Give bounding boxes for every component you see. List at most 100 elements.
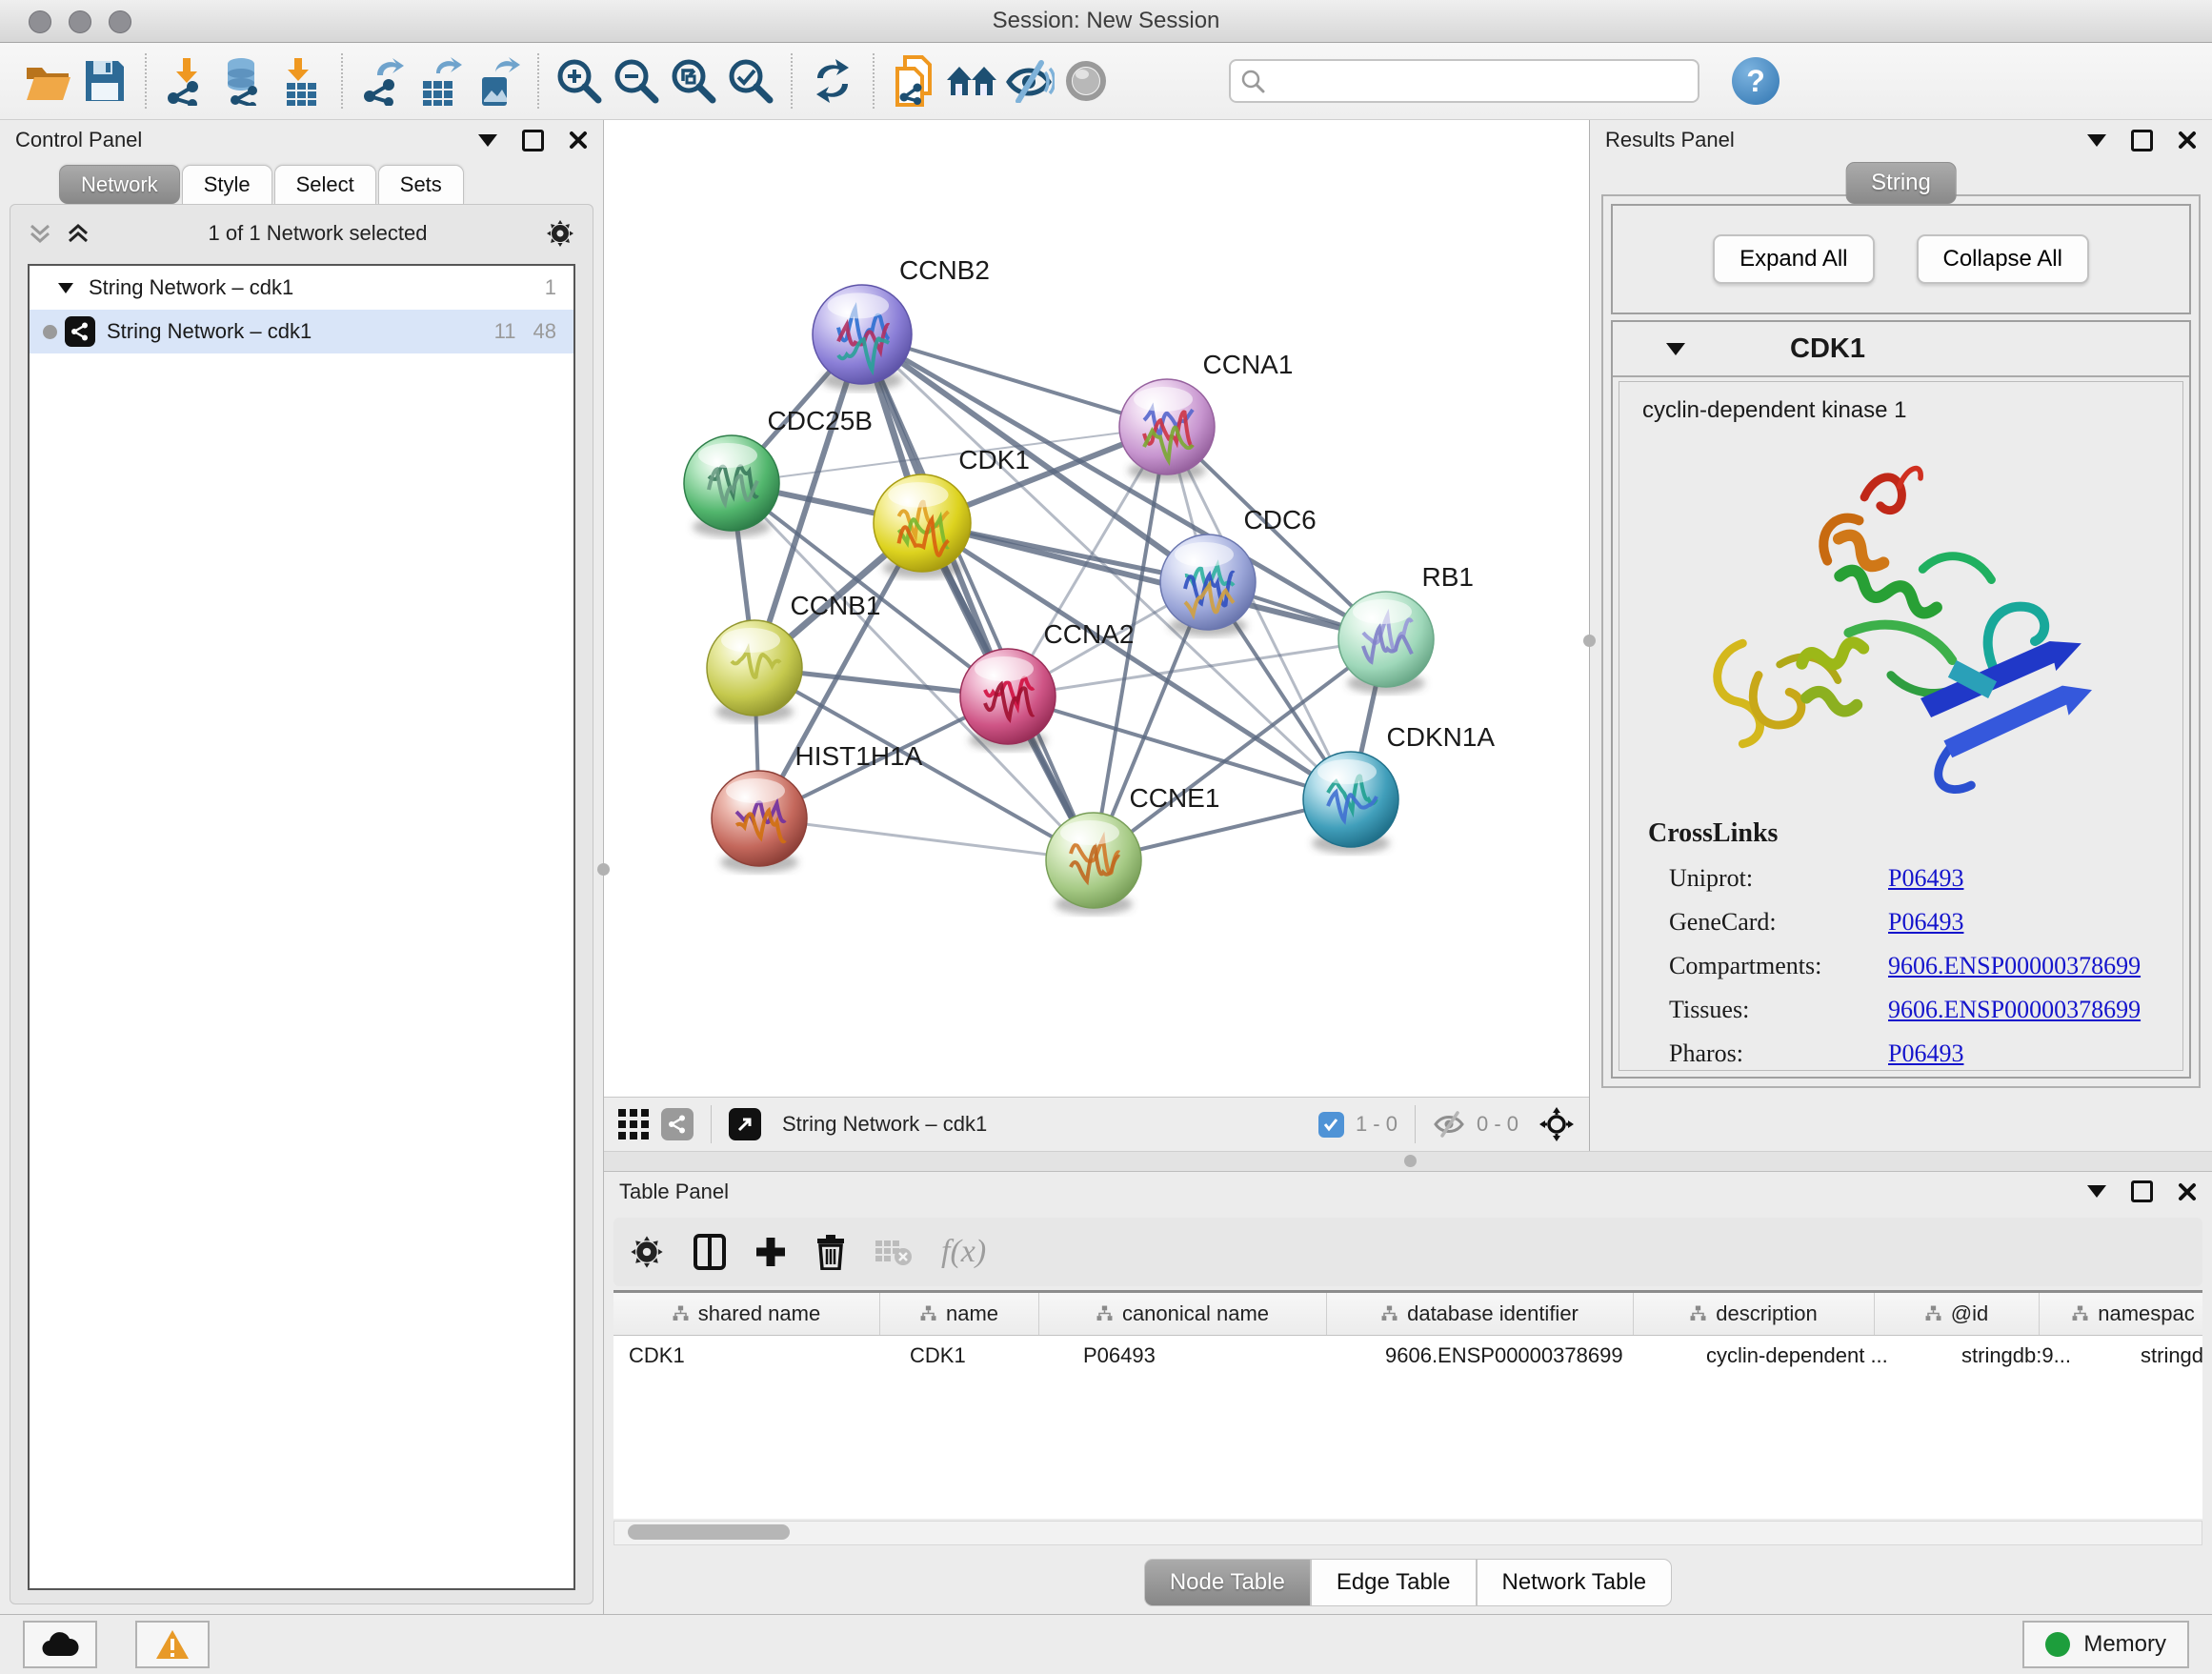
panel-menu-icon[interactable]	[2087, 134, 2106, 147]
network-node-ccne1[interactable]: CCNE1	[1046, 783, 1219, 915]
tree-expander-icon[interactable]	[58, 283, 73, 293]
crosshair-icon[interactable]	[1538, 1105, 1576, 1143]
zoom-in-button[interactable]	[551, 52, 608, 110]
import-database-button[interactable]	[215, 52, 272, 110]
panel-splitter[interactable]	[604, 1151, 2212, 1172]
traffic-light-minimize-icon[interactable]	[69, 10, 91, 33]
float-panel-icon[interactable]	[2131, 130, 2153, 151]
table-cell[interactable]: P06493	[1068, 1336, 1370, 1376]
tab-node-table[interactable]: Node Table	[1144, 1559, 1311, 1606]
tab-sets[interactable]: Sets	[378, 165, 464, 204]
splitter-handle[interactable]	[1404, 1155, 1417, 1167]
zoom-out-button[interactable]	[608, 52, 665, 110]
import-network-button[interactable]	[158, 52, 215, 110]
network-edge[interactable]	[862, 334, 1094, 860]
column-header-canonical-name[interactable]: canonical name	[1039, 1293, 1327, 1335]
close-panel-icon[interactable]	[2178, 1182, 2197, 1201]
crosslink-value-link[interactable]: 9606.ENSP00000378699	[1888, 952, 2141, 980]
hide-graphics-button[interactable]	[1000, 52, 1057, 110]
float-panel-icon[interactable]	[522, 130, 544, 151]
show-columns-icon[interactable]	[694, 1234, 726, 1270]
import-table-button[interactable]	[272, 52, 330, 110]
column-header-namespac[interactable]: namespac	[2040, 1293, 2202, 1335]
traffic-light-close-icon[interactable]	[29, 10, 51, 33]
network-node-hist1h1a[interactable]: HIST1H1A	[712, 741, 923, 873]
toolbar-search[interactable]	[1229, 59, 1699, 103]
panel-menu-icon[interactable]	[478, 134, 497, 147]
save-session-button[interactable]	[76, 52, 133, 110]
tab-select[interactable]: Select	[274, 165, 376, 204]
table-cell[interactable]: stringdb:9...	[1946, 1336, 2125, 1376]
table-cell[interactable]: CDK1	[895, 1336, 1068, 1376]
tab-network-table[interactable]: Network Table	[1477, 1559, 1673, 1606]
table-row[interactable]: CDK1CDK1P064939606.ENSP00000378699cyclin…	[613, 1336, 2202, 1376]
splitter-handle[interactable]	[1583, 635, 1596, 647]
zoom-fit-button[interactable]	[665, 52, 722, 110]
collapse-all-icon[interactable]	[28, 221, 52, 246]
splitter-handle[interactable]	[597, 863, 610, 876]
table-cell[interactable]: CDK1	[613, 1336, 895, 1376]
export-network-button[interactable]	[354, 52, 412, 110]
traffic-light-zoom-icon[interactable]	[109, 10, 131, 33]
graphics-detail-button[interactable]	[1057, 52, 1115, 110]
network-collection-row[interactable]: String Network – cdk1 1	[30, 266, 573, 310]
tab-string[interactable]: String	[1845, 162, 1957, 204]
column-header--id[interactable]: @id	[1875, 1293, 2040, 1335]
crosslink-value-link[interactable]: P06493	[1888, 1039, 1963, 1068]
panel-menu-icon[interactable]	[2087, 1185, 2106, 1198]
string-network-graph[interactable]: CCNB2CCNA1CDC25BCDK1CDC6RB1CCNB1CCNA2CDK…	[604, 120, 1589, 1097]
network-edge[interactable]	[759, 818, 1094, 860]
network-node-ccna1[interactable]: CCNA1	[1119, 350, 1293, 481]
string-badge-icon[interactable]	[661, 1108, 694, 1140]
selected-nodes-checkbox[interactable]	[1318, 1112, 1344, 1138]
table-gear-icon[interactable]	[629, 1234, 665, 1270]
float-panel-icon[interactable]	[2131, 1180, 2153, 1202]
delete-icon[interactable]	[815, 1234, 846, 1270]
table-hscrollbar[interactable]	[613, 1521, 2202, 1545]
network-row[interactable]: String Network – cdk1 11 48	[30, 310, 573, 353]
crosslink-value-link[interactable]: 9606.ENSP00000378699	[1888, 996, 2141, 1024]
network-canvas[interactable]: CCNB2CCNA1CDC25BCDK1CDC6RB1CCNB1CCNA2CDK…	[604, 120, 1589, 1097]
expand-all-button[interactable]: Expand All	[1713, 234, 1874, 284]
table-cell[interactable]: 9606.ENSP00000378699	[1370, 1336, 1691, 1376]
help-button[interactable]: ?	[1732, 57, 1780, 105]
close-panel-icon[interactable]	[569, 131, 588, 150]
column-header-name[interactable]: name	[880, 1293, 1039, 1335]
warning-status-button[interactable]	[135, 1621, 210, 1668]
copy-network-button[interactable]	[886, 52, 943, 110]
close-panel-icon[interactable]	[2178, 131, 2197, 150]
export-image-button[interactable]	[469, 52, 526, 110]
home-view-button[interactable]	[943, 52, 1000, 110]
zoom-selected-button[interactable]	[722, 52, 779, 110]
table-cell[interactable]: cyclin-dependent ...	[1691, 1336, 1946, 1376]
network-node-ccnb1[interactable]: CCNB1	[707, 591, 880, 722]
network-node-cdkn1a[interactable]: CDKN1A	[1303, 722, 1495, 854]
network-node-rb1[interactable]: RB1	[1338, 562, 1474, 694]
export-table-button[interactable]	[412, 52, 469, 110]
open-in-window-icon[interactable]	[729, 1108, 761, 1140]
tab-style[interactable]: Style	[182, 165, 272, 204]
network-node-cdk1[interactable]: CDK1	[874, 445, 1030, 578]
collapse-gene-icon[interactable]	[1666, 343, 1685, 355]
table-header-row[interactable]: shared namenamecanonical namedatabase id…	[613, 1293, 2202, 1336]
expand-all-icon[interactable]	[66, 221, 90, 246]
column-header-shared-name[interactable]: shared name	[613, 1293, 880, 1335]
open-session-button[interactable]	[19, 52, 76, 110]
crosslink-value-link[interactable]: P06493	[1888, 908, 1963, 937]
hidden-eye-icon[interactable]	[1433, 1111, 1465, 1138]
hscroll-thumb[interactable]	[628, 1524, 790, 1540]
add-column-icon[interactable]	[754, 1236, 787, 1268]
refresh-button[interactable]	[804, 52, 861, 110]
gene-section-header[interactable]: CDK1	[1613, 322, 2189, 377]
tab-edge-table[interactable]: Edge Table	[1311, 1559, 1477, 1606]
collapse-all-button[interactable]: Collapse All	[1917, 234, 2089, 284]
table-cell[interactable]: stringdb	[2125, 1336, 2202, 1376]
tab-network[interactable]: Network	[59, 165, 180, 204]
grid-view-icon[interactable]	[617, 1108, 650, 1140]
memory-button[interactable]: Memory	[2022, 1621, 2189, 1668]
gear-icon[interactable]	[545, 218, 575, 249]
column-header-database-identifier[interactable]: database identifier	[1327, 1293, 1634, 1335]
crosslink-value-link[interactable]: P06493	[1888, 864, 1963, 893]
column-header-description[interactable]: description	[1634, 1293, 1875, 1335]
search-input[interactable]	[1273, 68, 1688, 94]
